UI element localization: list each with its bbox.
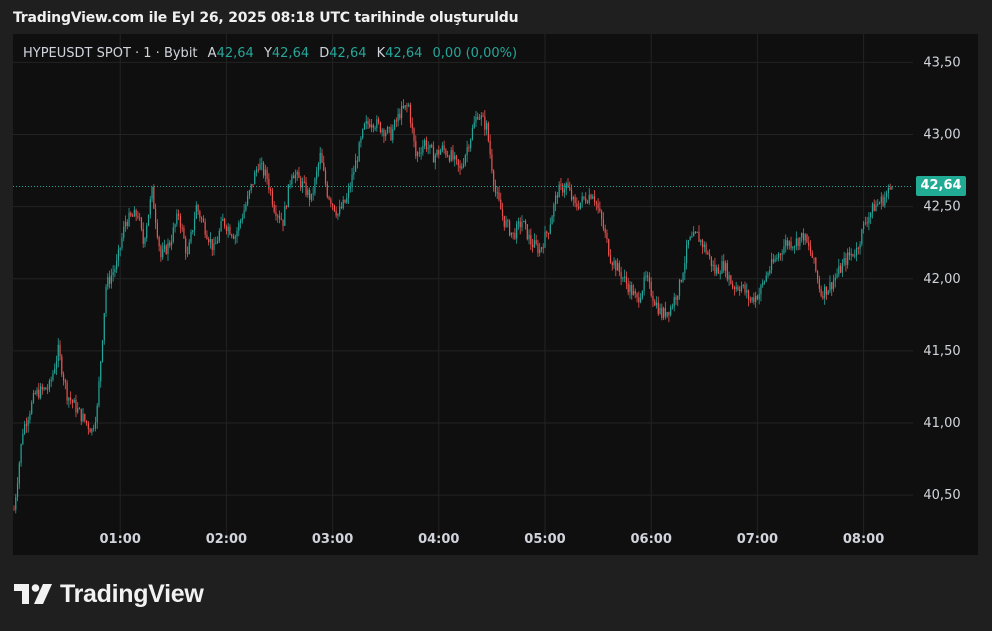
x-tick-label: 08:00: [843, 532, 884, 547]
y-tick-label: 41,50: [923, 344, 960, 359]
candle: [393, 119, 396, 131]
candle: [861, 228, 863, 247]
legend-low-key: D: [319, 46, 330, 61]
legend-open-key: A: [207, 46, 217, 61]
y-tick-label: 43,00: [923, 128, 960, 143]
candle: [827, 289, 829, 295]
candle: [815, 256, 817, 273]
chart-background: [13, 34, 978, 555]
candle: [363, 122, 366, 130]
candle: [682, 271, 684, 283]
y-tick-label: 43,50: [923, 55, 960, 70]
candle: [103, 312, 105, 345]
brand-name: TradingView: [60, 579, 204, 608]
candle: [487, 121, 489, 143]
candle: [31, 400, 33, 415]
legend-low: 42,64: [329, 46, 367, 61]
candle: [523, 220, 525, 223]
legend-high-key: Y: [263, 46, 272, 61]
y-tick-label: 40,50: [923, 488, 960, 503]
candle: [147, 214, 150, 227]
legend-change: 0,00 (0,00%): [432, 46, 518, 61]
candle: [362, 128, 364, 140]
x-tick-label: 06:00: [631, 532, 672, 547]
candle: [526, 223, 528, 241]
x-tick-label: 04:00: [418, 532, 459, 547]
tradingview-logo-icon: [14, 584, 52, 604]
candle: [61, 354, 63, 377]
candle: [608, 238, 610, 257]
chart-grid: [13, 34, 978, 555]
candle: [379, 121, 381, 134]
x-tick-label: 02:00: [206, 532, 247, 547]
legend-open: 42,64: [216, 46, 254, 61]
symbol-legend: HYPEUSDT SPOT · 1 · Bybit A42,64 Y42,64 …: [23, 46, 517, 61]
candle: [358, 140, 360, 162]
candle: [726, 260, 728, 282]
x-tick-label: 03:00: [312, 532, 353, 547]
chart-panel[interactable]: 43,50 43,00 42,50 42,00 41,50 41,00 40,50 01:0…: [13, 34, 978, 555]
candle: [806, 233, 808, 244]
candle: [98, 376, 100, 408]
candle: [326, 181, 328, 199]
candle: [101, 339, 104, 363]
candle: [287, 184, 289, 208]
x-tick-label: 07:00: [737, 532, 778, 547]
x-tick-label: 05:00: [524, 532, 565, 547]
candle: [165, 244, 167, 255]
candle: [153, 184, 155, 210]
x-tick-label: 01:00: [100, 532, 141, 547]
legend-high: 42,64: [271, 46, 310, 61]
candle: [509, 219, 511, 237]
tradingview-logo[interactable]: TradingView: [14, 578, 204, 610]
candle: [730, 274, 732, 285]
legend-close-key: K: [376, 46, 386, 61]
y-tick-label: 42,00: [923, 272, 960, 287]
y-tick-label: 41,00: [923, 416, 960, 431]
candle: [105, 284, 107, 317]
legend-symbol: HYPEUSDT SPOT · 1 · Bybit: [23, 46, 198, 61]
chart-caption: TradingView.com ile Eyl 26, 2025 08:18 U…: [13, 10, 519, 26]
y-tick-label: 42,50: [923, 200, 960, 215]
legend-close: 42,64: [385, 46, 423, 61]
last-price-tag: 42,64: [916, 176, 966, 197]
candlestick-chart[interactable]: 43,50 43,00 42,50 42,00 41,50 41,00 40,50 01:0…: [13, 34, 978, 555]
candle: [314, 177, 316, 196]
